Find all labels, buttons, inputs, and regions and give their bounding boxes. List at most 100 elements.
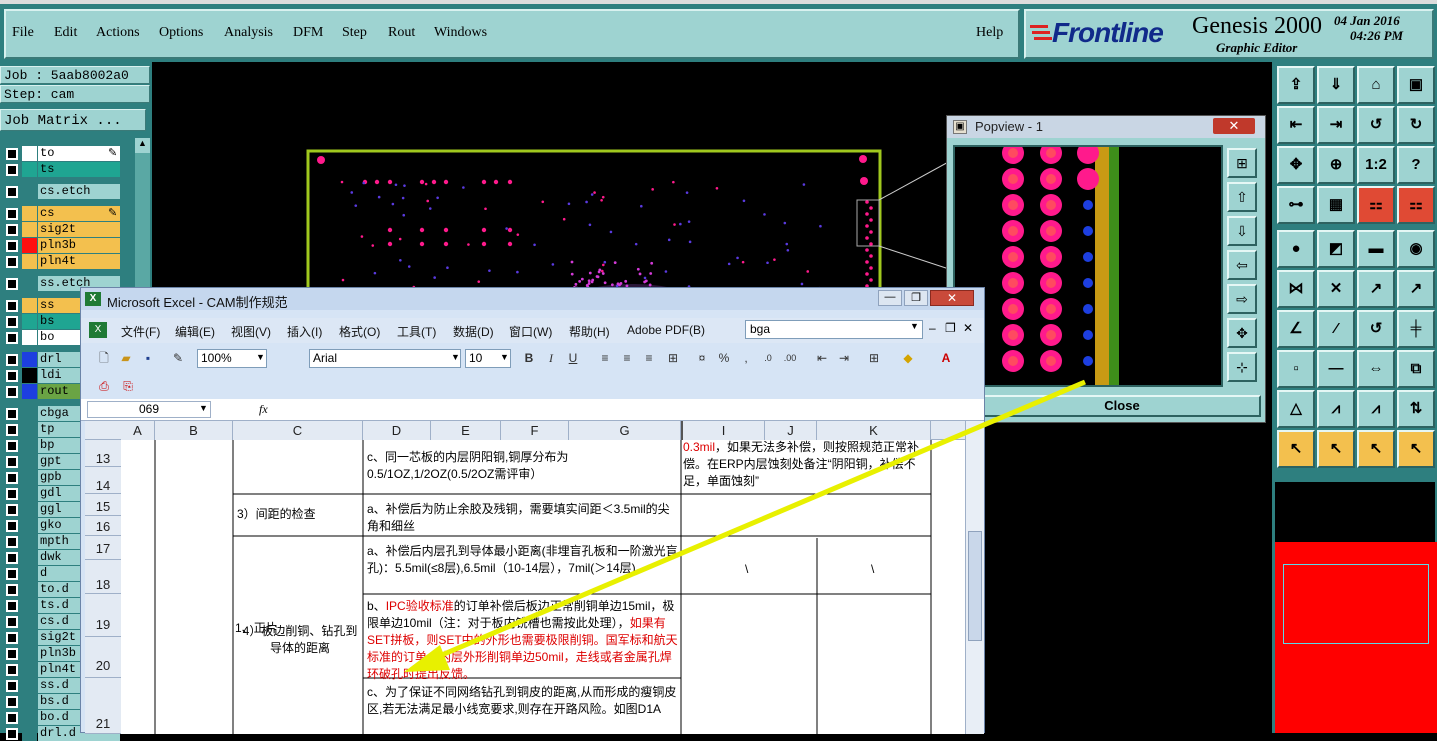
scroll-up-icon[interactable]: ▲ [135, 138, 150, 153]
layer-checkbox[interactable] [6, 386, 18, 398]
layer-name[interactable]: ts [38, 162, 120, 177]
connect-icon[interactable]: ↗ [1357, 270, 1395, 308]
window-icon[interactable]: ▣ [1397, 66, 1435, 104]
cell-k-18[interactable]: \ [871, 561, 891, 578]
excel-menu-item[interactable]: 视图(V) [231, 323, 271, 340]
excel-menu-item[interactable]: 插入(I) [287, 323, 322, 340]
menu-rout[interactable]: Rout [388, 25, 415, 41]
menu-help[interactable]: Help [976, 25, 1003, 41]
zoom-dropdown-icon[interactable]: ▼ [256, 352, 265, 362]
cell-i-13[interactable]: 0.3mil，如果无法多补偿，则按照规范正常补偿。在ERP内层蚀刻处备注“阴阳铜… [683, 439, 925, 490]
layer-checkbox[interactable] [6, 600, 18, 612]
row-header-13[interactable]: 13 [85, 440, 121, 467]
segment-icon[interactable]: — [1317, 350, 1355, 388]
col-header-c[interactable]: C [233, 421, 363, 440]
row-header-15[interactable]: 15 [85, 494, 121, 516]
menu-actions[interactable]: Actions [96, 25, 140, 41]
currency-icon[interactable]: ¤ [693, 349, 711, 367]
layer-down-icon[interactable]: ⇩ [1227, 216, 1257, 246]
select-icon[interactable]: ↖ [1277, 430, 1315, 468]
bridge-icon[interactable]: ⩘ [1357, 390, 1395, 428]
restore-icon[interactable]: ❐ [904, 290, 928, 306]
pad-add-icon[interactable]: ● [1277, 230, 1315, 268]
cross-icon[interactable]: ✕ [1317, 270, 1355, 308]
col-header-d[interactable]: D [363, 421, 431, 440]
pad-round-icon[interactable]: ◉ [1397, 230, 1435, 268]
layer-checkbox[interactable] [6, 424, 18, 436]
open-icon[interactable]: ▰ [117, 349, 135, 367]
open-job-icon[interactable]: ⇪ [1277, 66, 1315, 104]
font-color-icon[interactable]: A [937, 349, 955, 367]
line-icon[interactable]: ∠ [1277, 310, 1315, 348]
arc-icon[interactable]: ↺ [1357, 310, 1395, 348]
menu-options[interactable]: Options [159, 25, 203, 41]
undo-icon[interactable]: ↺ [1357, 106, 1395, 144]
row-header-21[interactable]: 21 [85, 678, 121, 734]
layer-name[interactable]: sig2t [38, 222, 120, 237]
ruler-icon[interactable]: ▬ [1357, 230, 1395, 268]
pdf-email-icon[interactable]: ⎘ [119, 377, 137, 395]
layer-checkbox[interactable] [6, 696, 18, 708]
row-header-17[interactable]: 17 [85, 536, 121, 560]
drc-check-icon[interactable]: ⚏ [1397, 186, 1435, 224]
layer-checkbox[interactable] [6, 616, 18, 628]
col-header-j[interactable]: J [765, 421, 817, 440]
layer-checkbox[interactable] [6, 186, 18, 198]
spreadsheet-grid[interactable]: A B C D E F G I J K 13 14 15 16 17 18 19… [85, 421, 965, 734]
group-icon[interactable]: ⧉ [1397, 350, 1435, 388]
formula-input[interactable] [277, 401, 977, 418]
pan-right-icon[interactable]: ⇨ [1227, 284, 1257, 314]
bold-icon[interactable]: B [520, 349, 538, 367]
net-icon[interactable]: ⋈ [1277, 270, 1315, 308]
layer-checkbox[interactable] [6, 256, 18, 268]
col-header-k[interactable]: K [817, 421, 931, 440]
layer-checkbox[interactable] [6, 300, 18, 312]
cell-d-21[interactable]: c、为了保证不同网络钻孔到铜皮的距离,从而形成的瘦铜皮区,若无法满足最小线宽要求… [367, 684, 679, 718]
excel-menu-item[interactable]: 工具(T) [397, 323, 436, 340]
percent-icon[interactable]: % [715, 349, 733, 367]
layer-checkbox[interactable] [6, 370, 18, 382]
layer-checkbox[interactable] [6, 332, 18, 344]
layer-checkbox[interactable] [6, 664, 18, 676]
grid-icon[interactable]: ▦ [1317, 186, 1355, 224]
increase-decimal-icon[interactable]: .0 [759, 349, 777, 367]
layer-row[interactable]: ts [2, 162, 122, 177]
popview-canvas[interactable] [953, 142, 1223, 387]
merge-center-icon[interactable]: ⊞ [664, 349, 682, 367]
excel-menu-item[interactable]: 编辑(E) [175, 323, 215, 340]
cell-d-17[interactable]: a、补偿后内层孔到导体最小距离(非埋盲孔板和一阶激光盲孔)：5.5mil(≤8层… [367, 543, 679, 577]
row-header-19[interactable]: 19 [85, 594, 121, 637]
row-header-18[interactable]: 18 [85, 560, 121, 594]
pdf-convert-icon[interactable]: ⎙ [95, 377, 113, 395]
slash-icon[interactable]: ⁄ [1317, 310, 1355, 348]
flip-icon[interactable]: ⇅ [1397, 390, 1435, 428]
layer-checkbox[interactable] [6, 456, 18, 468]
help-search-input[interactable]: bga [745, 320, 923, 339]
layer-checkbox[interactable] [6, 472, 18, 484]
menu-edit[interactable]: Edit [54, 25, 77, 41]
layer-checkbox[interactable] [6, 712, 18, 724]
fx-icon[interactable]: fx [259, 402, 268, 417]
excel-menu-item[interactable]: 格式(O) [339, 323, 380, 340]
layer-checkbox[interactable] [6, 632, 18, 644]
row-header-14[interactable]: 14 [85, 467, 121, 494]
layer-checkbox[interactable] [6, 584, 18, 596]
layer-up-icon[interactable]: ⇧ [1227, 182, 1257, 212]
cell-c-spacing[interactable]: 3）间距的检查 [237, 506, 361, 523]
select-net-icon[interactable]: ↖ [1397, 430, 1435, 468]
fill-color-icon[interactable]: ◆ [899, 349, 917, 367]
layer-checkbox[interactable] [6, 164, 18, 176]
export-icon[interactable]: ⇥ [1317, 106, 1355, 144]
font-dropdown-icon[interactable]: ▼ [451, 352, 460, 362]
col-header-f[interactable]: F [501, 421, 569, 440]
cell-c-board-edge[interactable]: 4）板边削铜、钻孔到导体的距离 [237, 623, 363, 657]
layer-checkbox[interactable] [6, 728, 18, 740]
layer-row[interactable]: sig2t [2, 222, 122, 237]
excel-menu-item[interactable]: Adobe PDF(B) [627, 323, 705, 337]
increase-indent-icon[interactable]: ⇥ [835, 349, 853, 367]
layer-checkbox[interactable] [6, 648, 18, 660]
row-header-16[interactable]: 16 [85, 516, 121, 536]
layer-checkbox[interactable] [6, 316, 18, 328]
layer-name[interactable]: pln3b [38, 238, 120, 253]
excel-menu-item[interactable]: 帮助(H) [569, 323, 610, 340]
